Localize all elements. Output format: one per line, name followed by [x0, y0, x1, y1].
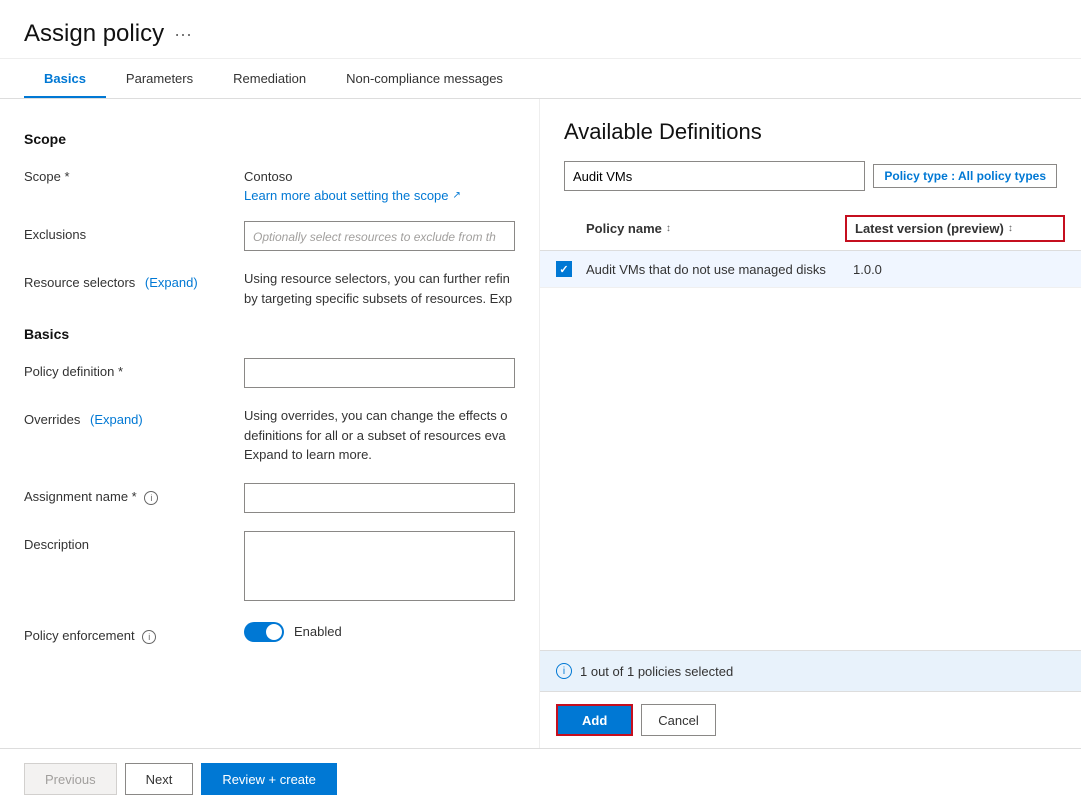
th-latest-version[interactable]: Latest version (preview) ↕	[845, 215, 1065, 242]
assignment-name-label-text: Assignment name *	[24, 489, 137, 504]
policy-enforcement-info-icon: i	[142, 630, 156, 644]
th-version-sort-icon: ↕	[1008, 223, 1013, 234]
review-create-button[interactable]: Review + create	[201, 763, 337, 795]
exclusions-input[interactable]	[244, 221, 515, 251]
cancel-button[interactable]: Cancel	[641, 704, 715, 736]
right-panel-header: Available Definitions Policy type : All …	[540, 99, 1081, 207]
learn-more-link[interactable]: Learn more about setting the scope ↗	[244, 188, 515, 203]
policy-definition-row: Policy definition *	[24, 358, 515, 388]
selection-count-text: 1 out of 1 policies selected	[580, 664, 733, 679]
policy-enforcement-toggle[interactable]	[244, 622, 284, 642]
policy-enforcement-label: Policy enforcement i	[24, 622, 244, 644]
right-panel: Available Definitions Policy type : All …	[540, 99, 1081, 748]
row-checkbox[interactable]: ✓	[556, 261, 572, 277]
tab-remediation[interactable]: Remediation	[213, 59, 326, 98]
assignment-name-row: Assignment name * i	[24, 483, 515, 513]
scope-value: Contoso	[244, 163, 515, 184]
overrides-desc: Using overrides, you can change the effe…	[244, 406, 515, 465]
exclusions-label: Exclusions	[24, 221, 244, 242]
tabs-bar: Basics Parameters Remediation Non-compli…	[0, 59, 1081, 99]
assignment-name-info-icon: i	[144, 491, 158, 505]
scope-label: Scope *	[24, 163, 244, 184]
policy-type-label: Policy type :	[884, 169, 958, 183]
overrides-expand[interactable]: (Expand)	[90, 412, 143, 427]
header-ellipsis[interactable]: ···	[174, 24, 192, 45]
left-panel: Scope Scope * Contoso Learn more about s…	[0, 99, 540, 748]
resource-selectors-row: Resource selectors (Expand) Using resour…	[24, 269, 515, 308]
policy-enforcement-toggle-label: Enabled	[294, 624, 342, 639]
resource-selectors-desc: Using resource selectors, you can furthe…	[244, 269, 515, 308]
learn-more-text: Learn more about setting the scope	[244, 188, 449, 203]
right-panel-spacer	[540, 429, 1081, 651]
description-row: Description	[24, 531, 515, 604]
td-policy-version: 1.0.0	[845, 262, 1065, 277]
next-button[interactable]: Next	[125, 763, 194, 795]
resource-selectors-label: Resource selectors (Expand)	[24, 269, 244, 290]
page-title: Assign policy	[24, 20, 164, 48]
previous-button[interactable]: Previous	[24, 763, 117, 795]
external-link-icon: ↗	[453, 190, 461, 201]
basics-section-title: Basics	[24, 326, 515, 342]
assignment-name-input[interactable]	[244, 483, 515, 513]
td-checkbox[interactable]: ✓	[556, 261, 586, 277]
footer-info-icon: i	[556, 663, 572, 679]
table-row[interactable]: ✓ Audit VMs that do not use managed disk…	[540, 251, 1081, 288]
td-policy-name: Audit VMs that do not use managed disks	[586, 262, 845, 277]
policy-definition-label: Policy definition *	[24, 358, 244, 379]
policy-enforcement-label-text: Policy enforcement	[24, 628, 135, 643]
assignment-name-label: Assignment name * i	[24, 483, 244, 505]
tab-noncompliance[interactable]: Non-compliance messages	[326, 59, 523, 98]
exclusions-row: Exclusions	[24, 221, 515, 251]
scope-row: Scope * Contoso Learn more about setting…	[24, 163, 515, 203]
definitions-search-input[interactable]	[564, 161, 865, 191]
overrides-label-text: Overrides	[24, 412, 80, 427]
tab-basics[interactable]: Basics	[24, 59, 106, 98]
table-header: Policy name ↕ Latest version (preview) ↕	[540, 207, 1081, 251]
right-panel-footer: i 1 out of 1 policies selected	[540, 650, 1081, 691]
policy-type-filter[interactable]: Policy type : All policy types	[873, 164, 1057, 188]
th-policy-name-sort-icon: ↕	[666, 223, 671, 234]
search-filter-row: Policy type : All policy types	[564, 161, 1057, 191]
policy-definition-input[interactable]	[244, 358, 515, 388]
policy-type-value: All policy types	[958, 169, 1046, 183]
tab-parameters[interactable]: Parameters	[106, 59, 213, 98]
description-input[interactable]	[244, 531, 515, 601]
overrides-row: Overrides (Expand) Using overrides, you …	[24, 406, 515, 465]
toggle-thumb	[266, 624, 282, 640]
add-button[interactable]: Add	[556, 704, 633, 736]
resource-selectors-expand[interactable]: (Expand)	[145, 275, 198, 290]
th-policy-name[interactable]: Policy name ↕	[586, 221, 845, 236]
page-footer: Previous Next Review + create	[0, 748, 1081, 809]
policy-enforcement-row: Policy enforcement i Enabled	[24, 622, 515, 644]
scope-section-title: Scope	[24, 131, 515, 147]
th-version-text: Latest version (preview)	[855, 221, 1004, 236]
resource-selectors-label-text: Resource selectors	[24, 275, 135, 290]
checkbox-check-icon: ✓	[559, 263, 568, 276]
overrides-label: Overrides (Expand)	[24, 406, 244, 427]
right-panel-actions: Add Cancel	[540, 691, 1081, 748]
description-label: Description	[24, 531, 244, 552]
definitions-table: Policy name ↕ Latest version (preview) ↕…	[540, 207, 1081, 429]
available-definitions-title: Available Definitions	[564, 119, 1057, 145]
th-policy-name-text: Policy name	[586, 221, 662, 236]
